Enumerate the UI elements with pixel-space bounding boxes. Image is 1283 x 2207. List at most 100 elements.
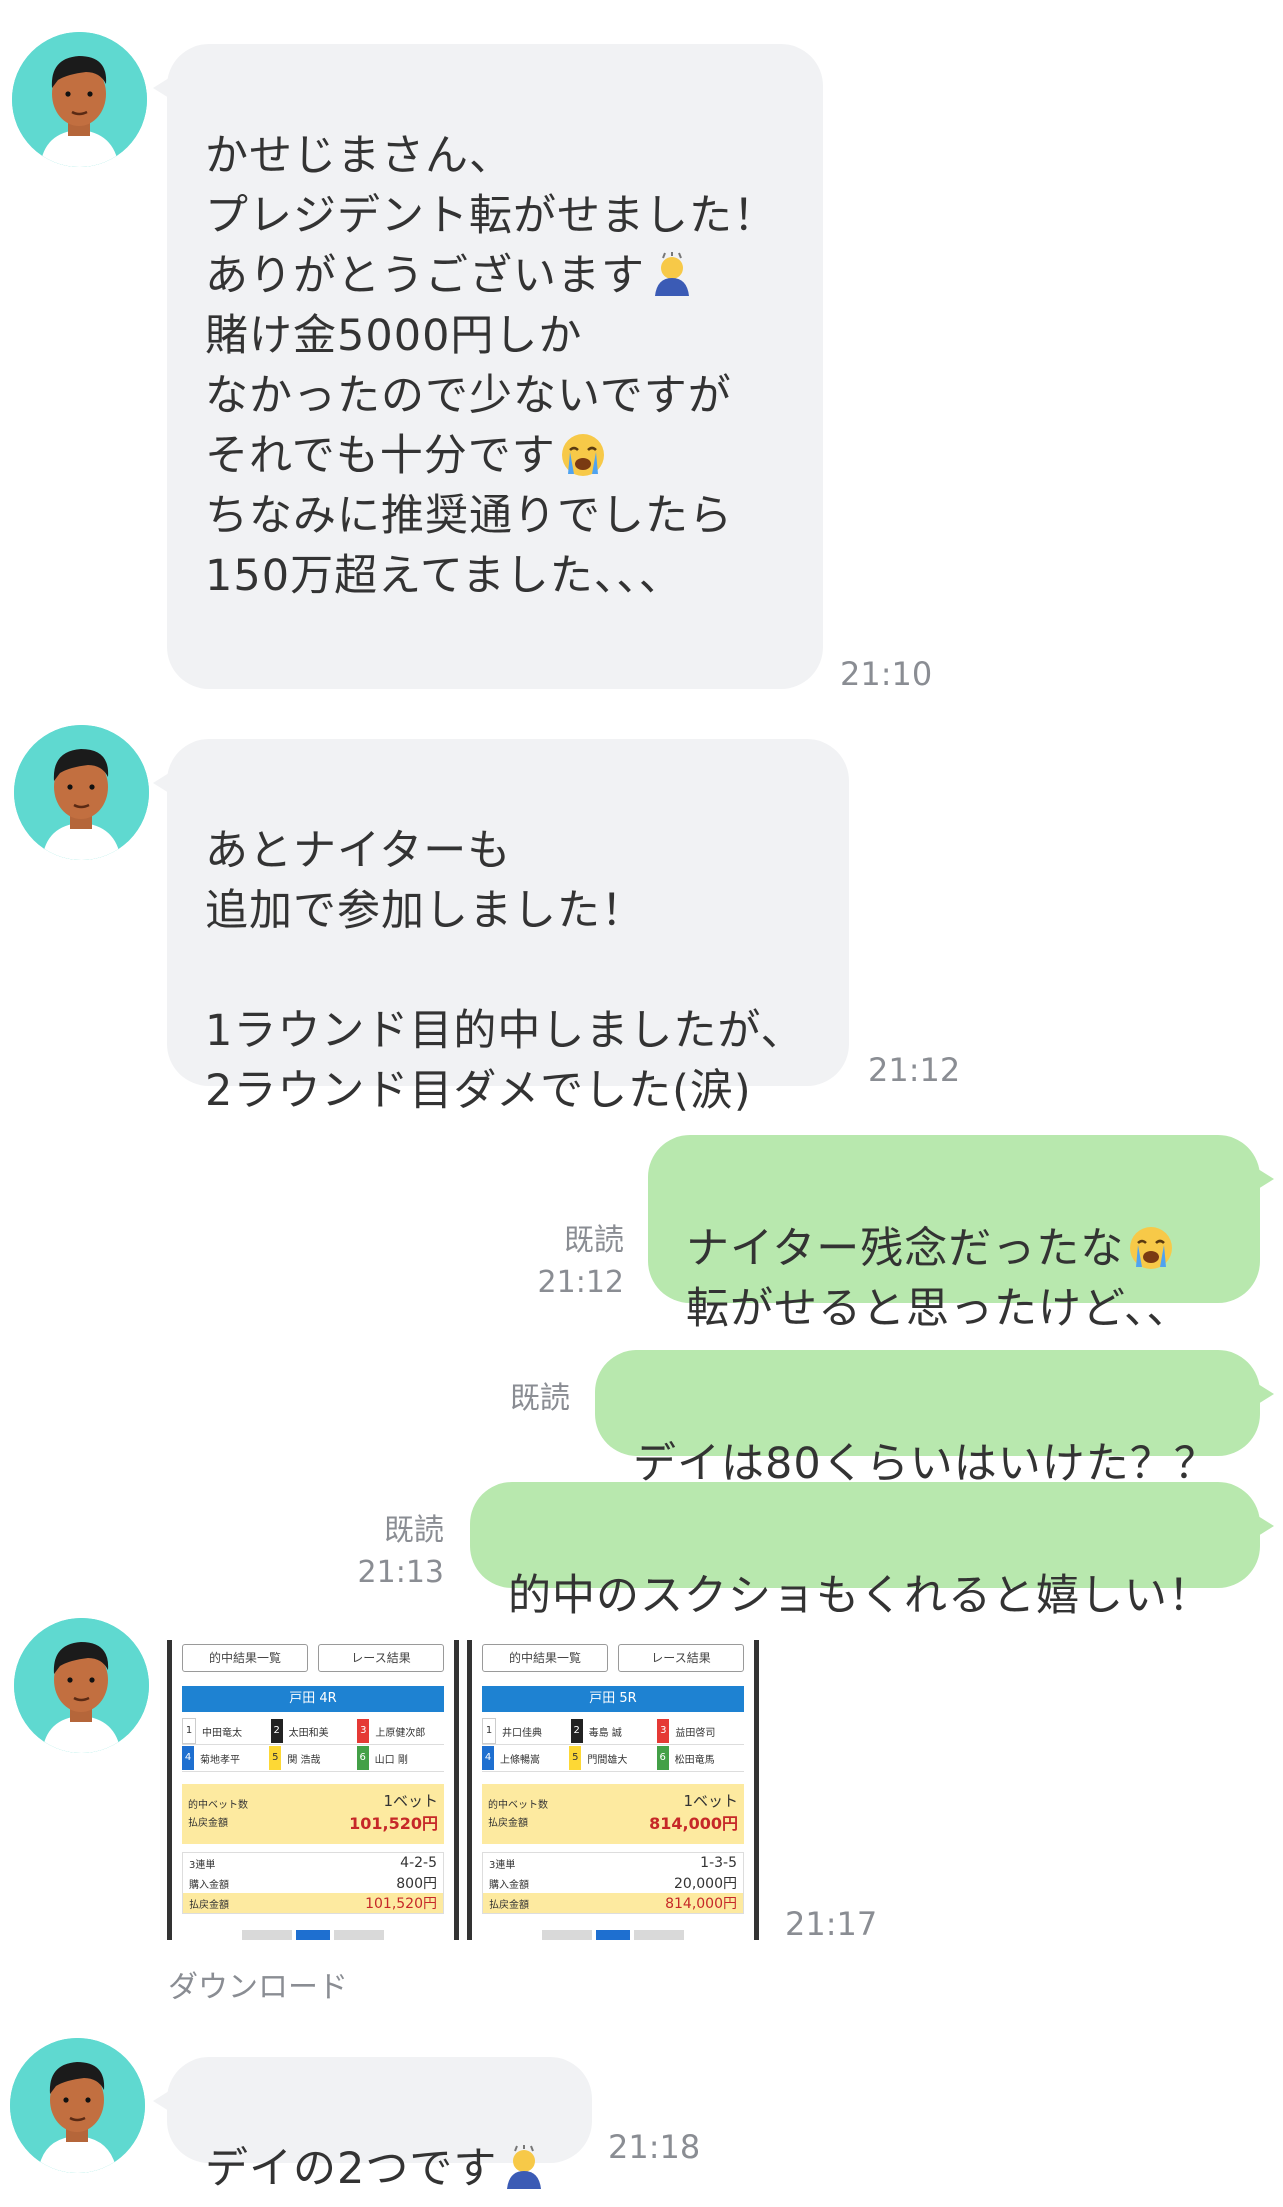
lane-number: 4: [482, 1746, 494, 1770]
total-label: 払戻金額: [489, 1899, 529, 1911]
racer-name: 菊地孝平: [200, 1754, 240, 1766]
payout-label: 払戻金額: [188, 1818, 228, 1829]
racer-name: 山口 剛: [374, 1754, 408, 1766]
lane-number: 1: [482, 1718, 496, 1744]
message-bubble-outgoing[interactable]: 的中のスクショもくれると嬉しい！: [470, 1482, 1274, 1621]
person-avatar-icon: [10, 2038, 145, 2173]
bet-type: 3連単: [489, 1859, 516, 1871]
message-text: デイの2つです: [205, 2144, 498, 2194]
racer-row: 1 中田竜太 2 太田和美 3 上原健次郎: [182, 1718, 444, 1745]
lane-number: 4: [182, 1746, 194, 1770]
lane-number: 2: [270, 1719, 283, 1743]
racer-name: 関 浩哉: [287, 1754, 321, 1766]
buy-amount: 800円: [396, 1876, 437, 1892]
racer-table: 1 井口佳典 2 毒島 誠 3 益田啓司 4 上條暢嵩 5 門間雄大 6 松田竜馬: [482, 1718, 744, 1772]
read-label: 既読: [384, 1513, 444, 1548]
total-label: 払戻金額: [189, 1899, 229, 1911]
lane-number: 5: [569, 1746, 582, 1770]
lane-number: 6: [356, 1746, 369, 1770]
avatar[interactable]: [14, 1618, 149, 1753]
message-time: 21:18: [608, 2128, 701, 2166]
crying-face-emoji-icon: [560, 432, 606, 478]
hit-label: 的中ベット数: [488, 1800, 548, 1811]
person-avatar-icon: [14, 1618, 149, 1753]
attached-image[interactable]: 的中結果一覧 レース結果 戸田 4R 1 中田竜太 2 太田和美 3 上原健次郎 4菊…: [167, 1640, 459, 1940]
message-text: ナイター残念だったな: [686, 1224, 1125, 1274]
avatar[interactable]: [10, 2038, 145, 2173]
total-amount: 814,000円: [665, 1896, 737, 1912]
bet-combo: 4-2-5: [400, 1855, 437, 1871]
race-result-button: レース結果: [618, 1644, 744, 1672]
race-venue: 戸田 5R: [482, 1686, 744, 1712]
message-bubble-outgoing[interactable]: デイは80くらいはいけた？？: [595, 1350, 1274, 1489]
racer-table: 1 中田竜太 2 太田和美 3 上原健次郎 4 菊地孝平 5 関 浩哉 6 山口 剛: [182, 1718, 444, 1772]
bet-count: 1ベット: [383, 1792, 438, 1810]
racer-name: 門間雄大: [587, 1754, 628, 1766]
read-receipt: 既読 21:12: [520, 1220, 624, 1304]
racer-name: 上條暢嵩: [500, 1754, 540, 1766]
lane-number: 3: [357, 1719, 370, 1743]
hit-summary: 的中ベット数 払戻金額 1ベット 814,000円: [482, 1784, 744, 1844]
message-text: あとナイターも 追加で参加しました！ 1ラウンド目的中しましたが、 2ラウンド目…: [205, 826, 805, 1116]
racer-name: 毒島 誠: [588, 1727, 622, 1739]
lane-number: 6: [656, 1746, 669, 1770]
message-time: 21:10: [840, 655, 933, 693]
bet-type: 3連単: [189, 1859, 216, 1871]
bowing-person-emoji-icon: [649, 252, 695, 298]
racer-name: 太田和美: [288, 1727, 329, 1739]
read-receipt: 既読: [470, 1378, 570, 1420]
lane-number: 1: [182, 1718, 196, 1744]
page-indicator: [472, 1930, 754, 1940]
buy-label: 購入金額: [189, 1879, 229, 1891]
payout-amount: 814,000円: [649, 1814, 738, 1833]
racer-row: 1 井口佳典 2 毒島 誠 3 益田啓司: [482, 1718, 744, 1745]
page-indicator: [172, 1930, 454, 1940]
buy-label: 購入金額: [489, 1879, 529, 1891]
racer-name: 益田啓司: [675, 1727, 716, 1739]
bet-count: 1ベット: [683, 1792, 738, 1810]
message-text-part: 転がせると思ったけど、、: [686, 1284, 1191, 1334]
message-time: 21:17: [785, 1905, 878, 1943]
bet-combo: 1-3-5: [700, 1855, 737, 1871]
crying-face-emoji-icon: [1128, 1225, 1174, 1271]
message-time: 21:12: [868, 1051, 961, 1089]
race-venue: 戸田 4R: [182, 1686, 444, 1712]
hit-summary: 的中ベット数 払戻金額 1ベット 101,520円: [182, 1784, 444, 1844]
buy-amount: 20,000円: [674, 1876, 737, 1892]
racer-name: 中田竜太: [202, 1727, 242, 1739]
racer-name: 井口佳典: [502, 1727, 542, 1739]
racer-row: 4 菊地孝平 5 関 浩哉 6 山口 剛: [182, 1745, 444, 1772]
racer-name: 上原健次郎: [375, 1727, 426, 1739]
avatar[interactable]: [12, 32, 147, 167]
message-bubble-incoming[interactable]: デイの2つです: [153, 2057, 592, 2194]
person-avatar-icon: [12, 32, 147, 167]
message-bubble-outgoing[interactable]: ナイター残念だったな転がせると思ったけど、、: [648, 1135, 1274, 1334]
read-label: 既読: [564, 1223, 624, 1258]
read-label: 既読: [510, 1381, 570, 1416]
read-receipt: 既読 21:13: [340, 1510, 444, 1594]
bet-detail: 3連単 4-2-5 購入金額 800円 払戻金額 101,520円: [182, 1852, 444, 1914]
attached-image[interactable]: 的中結果一覧 レース結果 戸田 5R 1 井口佳典 2 毒島 誠 3 益田啓司 4 上條…: [467, 1640, 759, 1940]
hit-list-button: 的中結果一覧: [482, 1644, 608, 1672]
lane-number: 5: [269, 1746, 282, 1770]
race-result-button: レース結果: [318, 1644, 444, 1672]
lane-number: 2: [570, 1719, 583, 1743]
hit-label: 的中ベット数: [188, 1800, 248, 1811]
bowing-person-emoji-icon: [501, 2145, 547, 2191]
racer-name: 松田竜馬: [674, 1754, 715, 1766]
message-text-part: ちなみに推奨通りでしたら 150万超えてました、、、: [205, 491, 733, 601]
hit-list-button: 的中結果一覧: [182, 1644, 308, 1672]
message-bubble-incoming[interactable]: あとナイターも 追加で参加しました！ 1ラウンド目的中しましたが、 2ラウンド目…: [153, 739, 849, 1116]
racer-row: 4 上條暢嵩 5 門間雄大 6 松田竜馬: [482, 1745, 744, 1772]
download-link[interactable]: ダウンロード: [168, 1968, 348, 2008]
lane-number: 3: [657, 1719, 670, 1743]
message-time: 21:12: [537, 1265, 624, 1300]
total-amount: 101,520円: [365, 1896, 437, 1912]
payout-label: 払戻金額: [488, 1818, 528, 1829]
avatar[interactable]: [14, 725, 149, 860]
message-text-part: 賭け金5000円しか なかったので少ないですが それでも十分です: [205, 311, 732, 481]
message-text: 的中のスクショもくれると嬉しい！: [508, 1571, 1212, 1621]
payout-amount: 101,520円: [349, 1814, 438, 1833]
message-time: 21:13: [357, 1555, 444, 1590]
message-bubble-incoming[interactable]: かせじまさん、 プレジデント転がせました！ ありがとうございます 賭け金5000…: [153, 44, 823, 689]
